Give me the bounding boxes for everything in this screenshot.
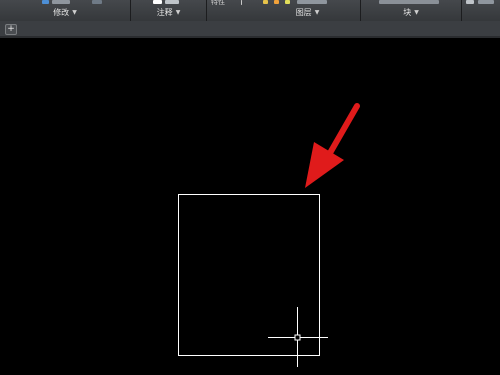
more-tool-icon[interactable] [466,0,474,4]
chevron-down-icon: ▼ [72,9,77,16]
modify-tool-icon[interactable] [92,0,102,4]
annotate-tool-icon[interactable] [165,0,179,4]
properties-label: 特性 [211,0,225,6]
canvas-background [0,38,500,375]
panel-layers[interactable]: 图层 ▼ [255,0,361,21]
plus-icon: + [7,24,15,34]
divider-icon [241,0,242,5]
block-tool-icon[interactable] [379,0,439,4]
chevron-down-icon: ▼ [175,9,181,16]
drawing-canvas[interactable] [0,38,500,375]
panel-title-layers[interactable]: 图层 ▼ [255,8,360,18]
panel-more[interactable] [462,0,500,21]
file-tab-bar: + [0,21,500,37]
modify-tool-icon[interactable] [52,0,70,4]
layer-light-icon[interactable] [263,0,268,4]
modify-tool-icon[interactable] [42,0,49,4]
panel-title-annotate[interactable]: 注释 ▼ [131,8,206,18]
chevron-down-icon: ▼ [414,9,419,16]
add-tab-button[interactable]: + [5,24,17,35]
panel-properties[interactable]: 特性 [207,0,255,21]
panel-annotate[interactable]: 注释 ▼ [131,0,207,21]
more-tool-icon[interactable] [478,0,494,4]
panel-modify[interactable]: 修改 ▼ [0,0,131,21]
chevron-down-icon: ▼ [314,9,320,16]
ribbon: 修改 ▼ 注释 ▼ 特性 图层 ▼ 块 ▼ [0,0,500,21]
layer-freeze-icon[interactable] [274,0,279,4]
panel-title-block[interactable]: 块 ▼ [361,8,461,18]
panel-title-modify[interactable]: 修改 ▼ [0,8,130,18]
annotate-tool-icon[interactable] [153,0,162,4]
panel-block[interactable]: 块 ▼ [361,0,462,21]
layer-dropdown-icon[interactable] [297,0,327,4]
layer-lock-icon[interactable] [285,0,290,4]
